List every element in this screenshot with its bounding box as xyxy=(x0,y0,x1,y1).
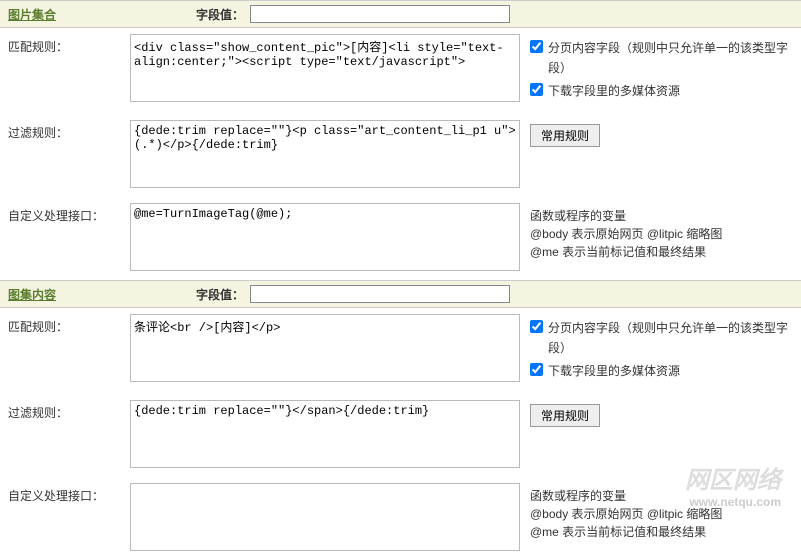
pagination-field-checkbox[interactable] xyxy=(530,40,543,53)
download-media-checkbox[interactable] xyxy=(530,363,543,376)
filter-rule-row: 过滤规则： 常用规则 xyxy=(0,114,801,197)
custom-handler-row: 自定义处理接口： 函数或程序的变量 @body 表示原始网页 @litpic 缩… xyxy=(0,477,801,560)
help-line: 函数或程序的变量 xyxy=(530,487,722,505)
section-title: 图集内容 xyxy=(8,286,56,303)
match-rule-label: 匹配规则： xyxy=(0,34,130,59)
filter-rule-textarea[interactable] xyxy=(130,120,520,188)
section-header-gallery: 图集内容 字段值： xyxy=(0,280,801,308)
help-line: @me 表示当前标记值和最终结果 xyxy=(530,243,722,261)
match-rule-textarea[interactable] xyxy=(130,314,520,382)
download-media-label: 下载字段里的多媒体资源 xyxy=(548,361,680,381)
filter-rule-label: 过滤规则： xyxy=(0,120,130,145)
download-media-label: 下载字段里的多媒体资源 xyxy=(548,81,680,101)
download-media-checkbox[interactable] xyxy=(530,83,543,96)
custom-handler-label: 自定义处理接口： xyxy=(0,483,130,508)
custom-handler-help: 函数或程序的变量 @body 表示原始网页 @litpic 缩略图 @me 表示… xyxy=(520,483,732,545)
field-value-input[interactable] xyxy=(250,285,510,303)
help-line: 函数或程序的变量 xyxy=(530,207,722,225)
custom-handler-help: 函数或程序的变量 @body 表示原始网页 @litpic 缩略图 @me 表示… xyxy=(520,203,732,265)
filter-rule-label: 过滤规则： xyxy=(0,400,130,425)
custom-handler-row: 自定义处理接口： 函数或程序的变量 @body 表示原始网页 @litpic 缩… xyxy=(0,197,801,280)
field-value-label: 字段值： xyxy=(196,286,244,303)
custom-handler-textarea[interactable] xyxy=(130,203,520,271)
section-header-images: 图片集合 字段值： xyxy=(0,0,801,28)
section-title: 图片集合 xyxy=(8,6,56,23)
filter-rule-row: 过滤规则： 常用规则 xyxy=(0,394,801,477)
match-rule-textarea[interactable] xyxy=(130,34,520,102)
filter-rule-textarea[interactable] xyxy=(130,400,520,468)
custom-handler-label: 自定义处理接口： xyxy=(0,203,130,228)
common-rules-button[interactable]: 常用规则 xyxy=(530,124,600,147)
match-rule-row: 匹配规则： 分页内容字段（规则中只允许单一的该类型字段） 下载字段里的多媒体资源 xyxy=(0,28,801,114)
field-value-input[interactable] xyxy=(250,5,510,23)
help-line: @body 表示原始网页 @litpic 缩略图 xyxy=(530,225,722,243)
common-rules-button[interactable]: 常用规则 xyxy=(530,404,600,427)
pagination-field-label: 分页内容字段（规则中只允许单一的该类型字段） xyxy=(548,318,791,358)
match-rule-label: 匹配规则： xyxy=(0,314,130,339)
help-line: @body 表示原始网页 @litpic 缩略图 xyxy=(530,505,722,523)
match-rule-row: 匹配规则： 分页内容字段（规则中只允许单一的该类型字段） 下载字段里的多媒体资源 xyxy=(0,308,801,394)
pagination-field-checkbox[interactable] xyxy=(530,320,543,333)
custom-handler-textarea[interactable] xyxy=(130,483,520,551)
pagination-field-label: 分页内容字段（规则中只允许单一的该类型字段） xyxy=(548,38,791,78)
field-value-label: 字段值： xyxy=(196,6,244,23)
